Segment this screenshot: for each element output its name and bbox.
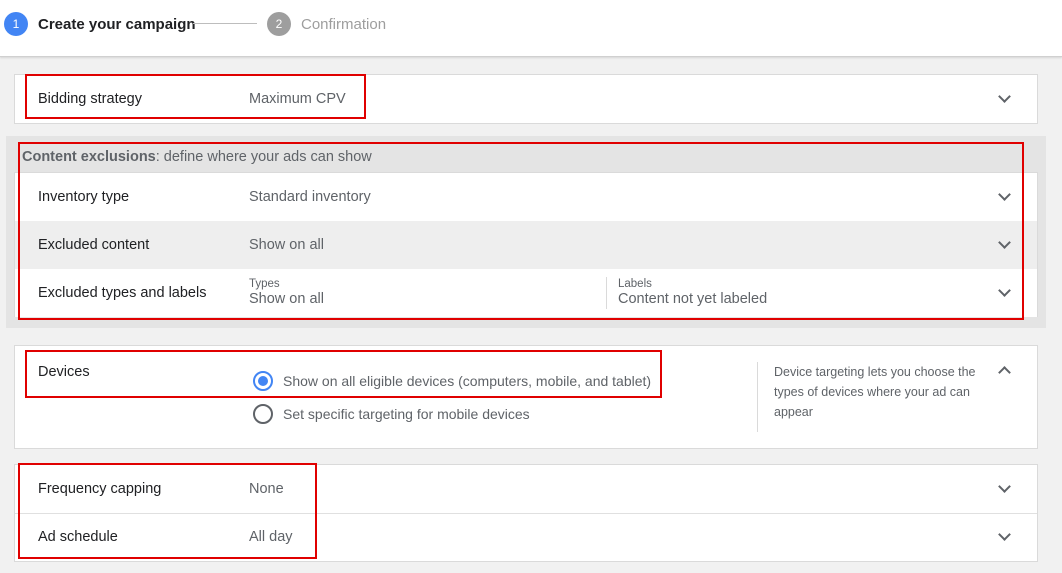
chevron-down-icon[interactable] [999,241,1009,251]
field-divider [606,277,607,309]
frequency-capping-value: None [249,481,284,497]
types-label: Types [249,278,280,290]
device-option-specific[interactable]: Set specific targeting for mobile device… [253,404,530,424]
step-2-number: 2 [267,12,291,36]
excluded-types-row[interactable]: Excluded types and labels Types Show on … [15,269,1037,317]
labels-label: Labels [618,278,652,290]
device-option-all-label: Show on all eligible devices (computers,… [283,373,652,389]
excluded-content-row[interactable]: Excluded content Show on all [15,221,1037,269]
types-field: Types Show on all [249,278,324,307]
frequency-capping-row[interactable]: Frequency capping None [15,465,1037,513]
chevron-up-icon[interactable] [999,366,1009,376]
content-exclusions-title: Content exclusions: define where your ad… [22,149,372,165]
bidding-strategy-row[interactable]: Bidding strategy Maximum CPV [15,75,1037,123]
help-divider [757,362,758,432]
labels-field: Labels Content not yet labeled [618,278,767,307]
ad-schedule-label: Ad schedule [38,529,118,545]
devices-card: Devices Show on all eligible devices (co… [14,345,1038,449]
chevron-down-icon[interactable] [999,289,1009,299]
chevron-down-icon[interactable] [999,485,1009,495]
step-connector [193,23,257,24]
bidding-card: Bidding strategy Maximum CPV [14,74,1038,124]
labels-value: Content not yet labeled [618,291,768,307]
chevron-down-icon[interactable] [999,533,1009,543]
inventory-type-label: Inventory type [38,189,130,205]
bidding-strategy-value: Maximum CPV [249,91,346,107]
radio-unselected-icon[interactable] [253,404,273,424]
chevron-down-icon[interactable] [999,95,1009,105]
device-option-all[interactable]: Show on all eligible devices (computers,… [253,371,651,391]
step-create-campaign[interactable]: 1 Create your campaign [4,12,196,36]
campaign-stepper: 1 Create your campaign 2 Confirmation [0,0,1062,57]
excluded-types-label: Excluded types and labels [38,285,207,301]
devices-help-text: Device targeting lets you choose the typ… [774,365,976,419]
types-value: Show on all [249,291,324,307]
content-exclusions-card: Inventory type Standard inventory Exclud… [14,172,1038,317]
step-1-label: Create your campaign [38,15,196,33]
radio-selected-icon[interactable] [253,371,273,391]
inventory-type-row[interactable]: Inventory type Standard inventory [15,173,1037,221]
ad-schedule-row[interactable]: Ad schedule All day [15,513,1037,561]
frequency-schedule-card: Frequency capping None Ad schedule All d… [14,464,1038,562]
excluded-content-value: Show on all [249,237,324,253]
inventory-type-value: Standard inventory [249,189,371,205]
step-confirmation[interactable]: 2 Confirmation [267,12,386,36]
step-2-label: Confirmation [301,15,387,33]
excluded-content-label: Excluded content [38,237,150,253]
frequency-capping-label: Frequency capping [38,481,162,497]
ad-schedule-value: All day [249,529,293,545]
step-1-number: 1 [4,12,28,36]
devices-label: Devices [38,364,90,380]
bidding-strategy-label: Bidding strategy [38,91,142,107]
chevron-down-icon[interactable] [999,193,1009,203]
device-option-specific-label: Set specific targeting for mobile device… [283,406,530,422]
